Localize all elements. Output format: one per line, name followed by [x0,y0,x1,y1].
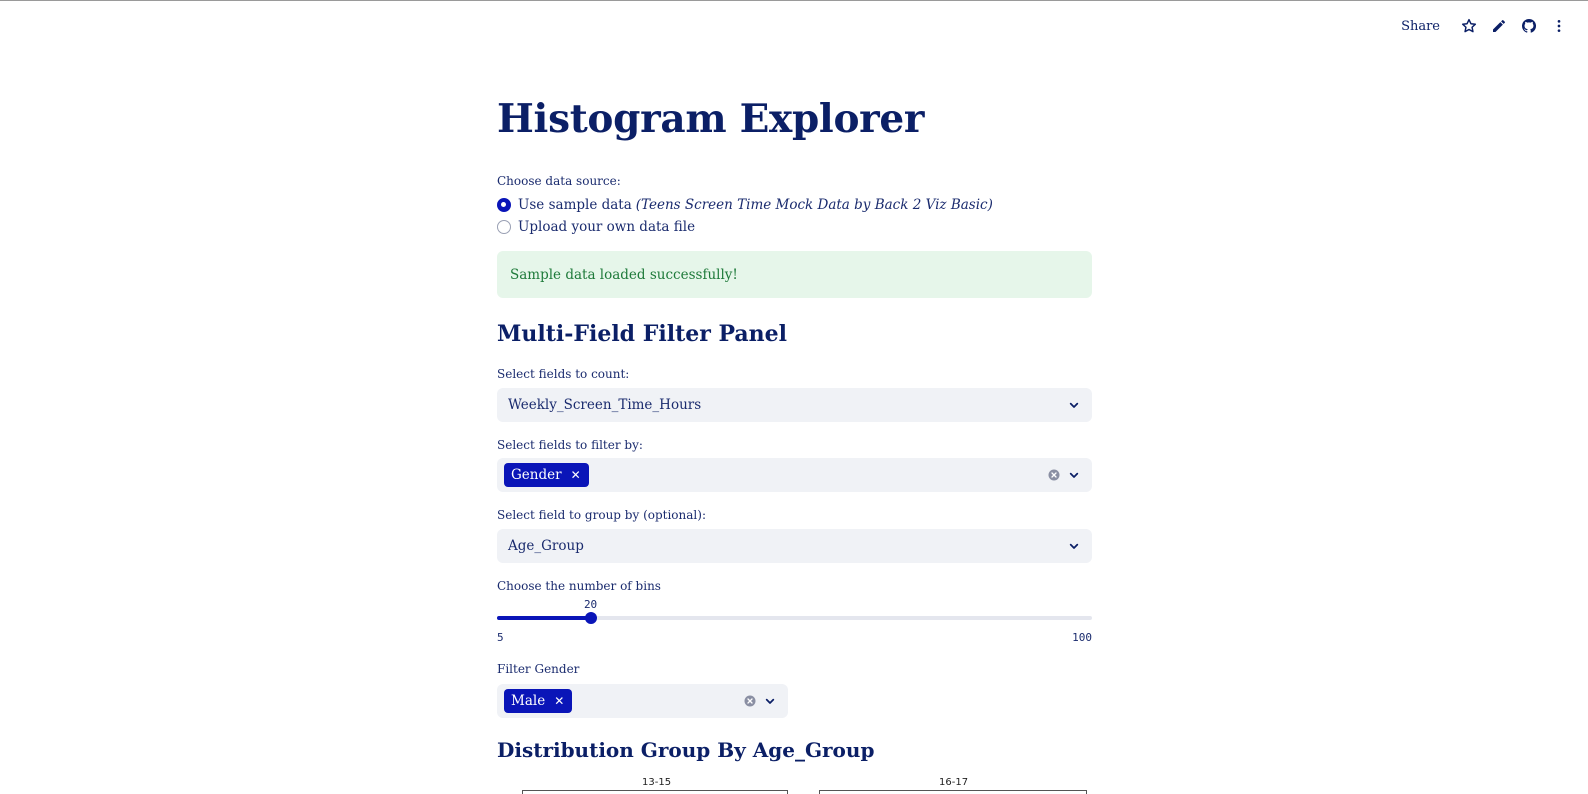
facet-title-13-15: 13-15 [642,777,672,788]
star-icon[interactable] [1454,14,1484,38]
radio-option-label: Use sample data [518,197,632,213]
count-fields-label: Select fields to count: [497,367,630,381]
radio-option-note: (Teens Screen Time Mock Data by Back 2 V… [635,197,993,213]
pencil-icon[interactable] [1484,14,1514,38]
radio-option-label: Upload your own data file [518,219,696,235]
bins-slider[interactable] [497,612,1092,624]
group-field-value: Age_Group [508,538,584,554]
tag-remove-icon[interactable]: ✕ [554,694,564,708]
tag-gender: Gender ✕ [504,463,589,487]
top-border [0,0,1588,1]
gender-filter-multiselect[interactable]: Male ✕ [497,684,788,718]
radio-selected-icon[interactable] [497,198,511,212]
slider-min: 5 [497,631,504,644]
data-source-label: Choose data source: [497,174,621,188]
filter-fields-label: Select fields to filter by: [497,438,643,452]
radio-unselected-icon[interactable] [497,220,511,234]
tag-label: Gender [511,467,562,483]
page-title: Histogram Explorer [497,96,925,142]
chevron-down-icon[interactable] [1066,467,1082,483]
radio-option-upload[interactable]: Upload your own data file [497,219,695,235]
bins-label: Choose the number of bins [497,579,661,593]
tag-remove-icon[interactable]: ✕ [571,468,581,482]
gender-filter-label: Filter Gender [497,662,580,676]
slider-fill [497,616,591,620]
count-fields-value: Weekly_Screen_Time_Hours [508,397,702,413]
github-icon[interactable] [1514,14,1544,38]
success-alert: Sample data loaded successfully! [497,251,1092,298]
chevron-down-icon[interactable] [1066,538,1082,554]
clear-icon[interactable] [1048,469,1060,481]
facet-chart-16-17 [819,790,1087,794]
chevron-down-icon[interactable] [762,693,778,709]
success-message: Sample data loaded successfully! [510,266,738,283]
tag-label: Male [511,693,546,709]
facet-title-16-17: 16-17 [939,777,969,788]
app-toolbar: Share [1401,14,1574,38]
filter-panel-heading: Multi-Field Filter Panel [497,321,788,347]
group-field-label: Select field to group by (optional): [497,508,706,522]
tag-male: Male ✕ [504,689,573,713]
share-button[interactable]: Share [1401,19,1440,34]
group-field-select[interactable]: Age_Group [497,529,1092,563]
more-vertical-icon[interactable] [1544,14,1574,38]
facet-chart-13-15 [522,790,788,794]
distribution-heading: Distribution Group By Age_Group [497,738,875,762]
count-fields-select[interactable]: Weekly_Screen_Time_Hours [497,388,1092,422]
clear-icon[interactable] [744,695,756,707]
filter-fields-multiselect[interactable]: Gender ✕ [497,458,1092,492]
slider-value: 20 [583,598,598,611]
chevron-down-icon[interactable] [1066,397,1082,413]
radio-option-sample[interactable]: Use sample data (Teens Screen Time Mock … [497,197,993,213]
slider-max: 100 [1072,631,1092,644]
slider-thumb[interactable] [584,612,597,624]
